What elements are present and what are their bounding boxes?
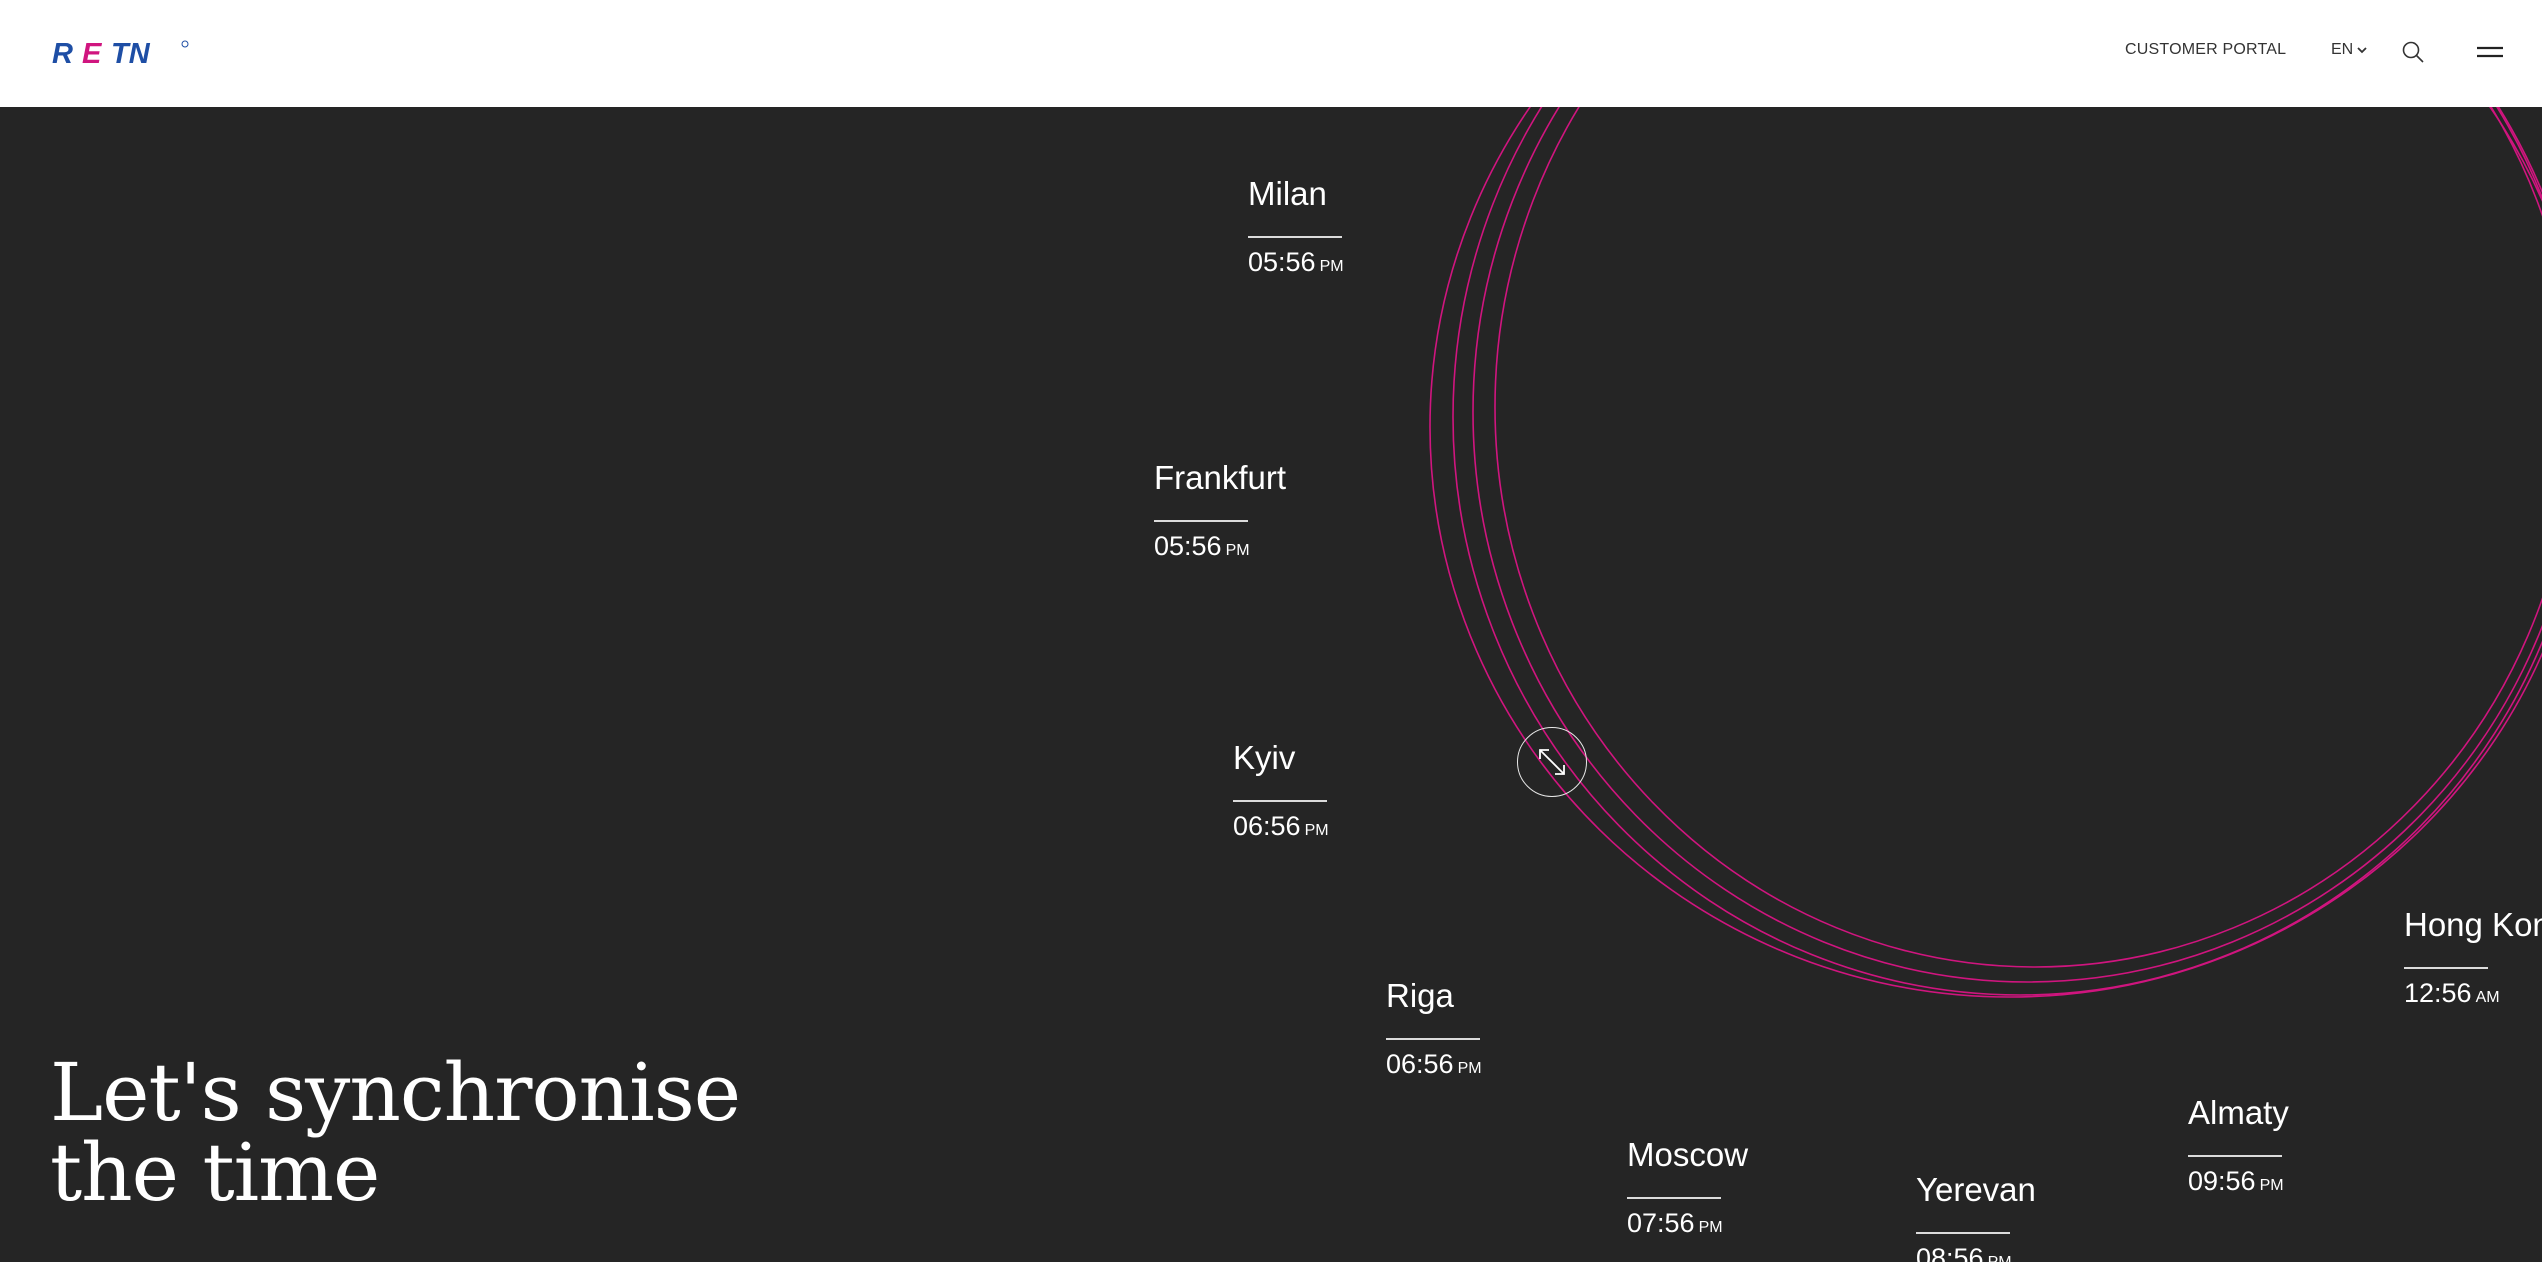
divider <box>2188 1155 2282 1157</box>
city-hong-kong: Hong Kong 12:56AM <box>2404 905 2542 1014</box>
orbit-ring <box>1494 107 2542 968</box>
svg-text:TN: TN <box>111 38 151 68</box>
city-time: 05:56 PM <box>1248 247 1344 277</box>
city-name: Riga <box>1386 977 1454 1014</box>
language-label: EN <box>2331 41 2354 58</box>
city-time: 08:56PM <box>1916 1243 2012 1262</box>
divider <box>1154 520 1248 522</box>
city-name: Frankfurt <box>1154 459 1287 496</box>
city-name: Hong Kong <box>2404 906 2542 943</box>
city-riga: Riga 06:56 PM <box>1386 976 1482 1085</box>
chevron-down-icon <box>2357 47 2367 54</box>
city-time: 06:56 PM <box>1233 811 1329 841</box>
headline-line-1: Let's synchronise <box>50 1046 741 1139</box>
city-time: 09:56 PM <box>2188 1166 2284 1196</box>
city-kyiv: Kyiv 06:56 PM <box>1233 738 1329 847</box>
expand-button[interactable] <box>1517 727 1587 797</box>
retn-logo[interactable]: R E TN <box>52 38 192 68</box>
divider <box>1233 800 1327 802</box>
city-time: 12:56 AM <box>2404 978 2500 1008</box>
orbit-ring <box>1472 107 2542 983</box>
city-frankfurt: Frankfurt 05:56 PM <box>1154 458 1286 567</box>
city-moscow: Moscow 07:56 PM <box>1627 1135 1748 1244</box>
city-time: 06:56 PM <box>1386 1049 1482 1079</box>
city-name: Yerevan <box>1916 1171 2036 1208</box>
expand-arrows-icon <box>1539 749 1565 775</box>
city-name: Almaty <box>2188 1094 2289 1131</box>
city-name: Milan <box>1248 175 1327 212</box>
city-yerevan: Yerevan 08:56PM <box>1916 1170 2036 1262</box>
orbit-ring <box>1429 107 2542 998</box>
divider <box>2404 967 2488 969</box>
city-name: Kyiv <box>1233 739 1296 776</box>
hamburger-menu-icon[interactable] <box>2477 44 2503 60</box>
language-selector[interactable]: EN <box>2331 41 2367 59</box>
headline-line-2: the time <box>50 1126 380 1219</box>
divider <box>1627 1197 1721 1199</box>
divider <box>1386 1038 1480 1040</box>
customer-portal-link[interactable]: CUSTOMER PORTAL <box>2125 41 2286 59</box>
page-headline: Let's synchronise the time <box>50 1046 741 1219</box>
city-milan: Milan 05:56 PM <box>1248 174 1344 283</box>
orbit-ring <box>1452 107 2542 996</box>
divider <box>1248 236 1342 238</box>
search-icon[interactable] <box>2401 40 2425 64</box>
divider <box>1916 1232 2010 1234</box>
svg-text:E: E <box>82 38 103 68</box>
timezone-section: Milan 05:56 PM Frankfurt 05:56 PM Kyiv 06:… <box>0 107 2542 1262</box>
city-time: 07:56 PM <box>1627 1208 1723 1238</box>
city-name: Moscow <box>1627 1136 1749 1173</box>
city-time: 05:56 PM <box>1154 531 1250 561</box>
site-header: R E TN CUSTOMER PORTAL EN <box>0 0 2542 107</box>
svg-text:R: R <box>52 38 73 68</box>
city-almaty: Almaty 09:56 PM <box>2188 1093 2289 1202</box>
